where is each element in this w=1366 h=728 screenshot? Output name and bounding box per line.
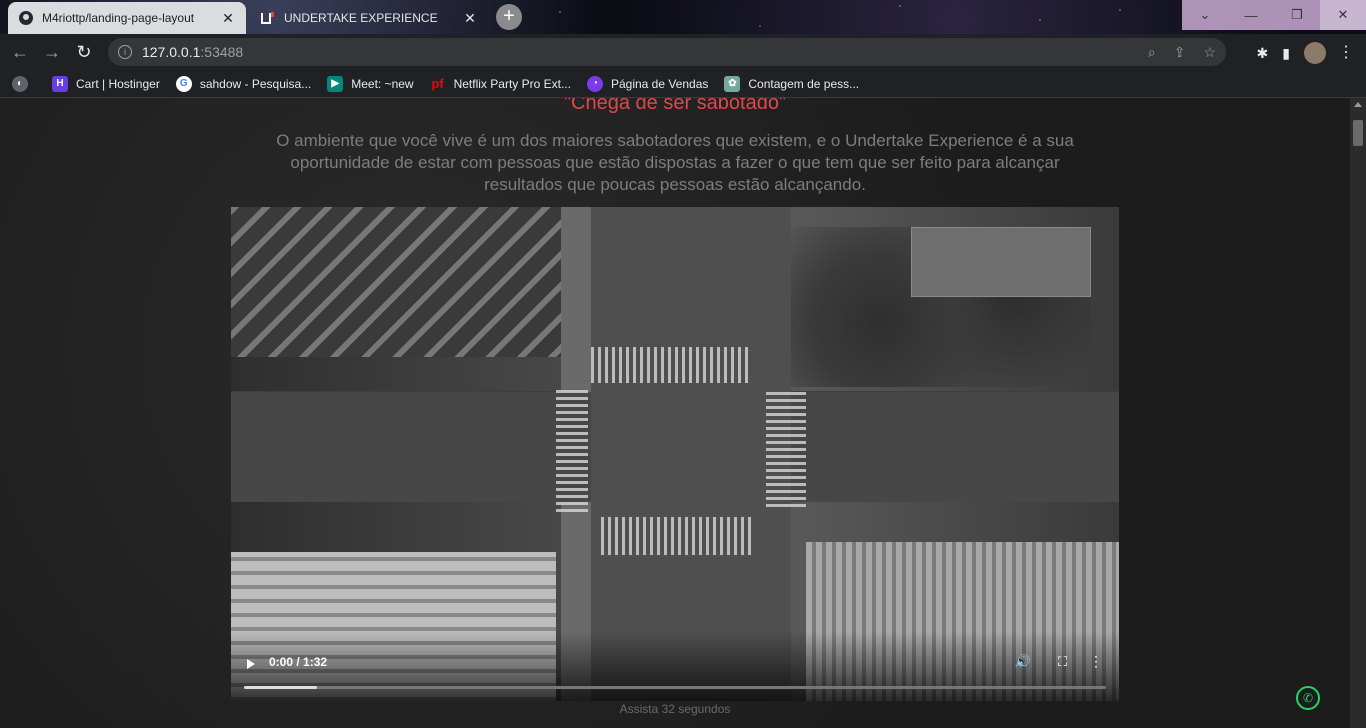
- undertake-logo-icon: [260, 10, 276, 26]
- intro-paragraph: O ambiente que você vive é um dos maiore…: [276, 131, 1074, 194]
- bookmark-label: Cart | Hostinger: [76, 76, 160, 91]
- url-host: 127.0.0.1: [142, 44, 201, 60]
- vendas-icon: ◔: [586, 75, 603, 92]
- more-options-icon[interactable]: ⋮: [1089, 653, 1103, 670]
- video-building-top-left: [231, 207, 561, 357]
- bookmark-item[interactable]: ▶ Meet: ~new: [327, 75, 414, 92]
- apps-icon[interactable]: ◐: [12, 75, 36, 92]
- video-controls: 0:00 / 1:32 🔊 ⛶ ⋮: [231, 651, 1119, 701]
- scroll-up-arrow-icon[interactable]: [1354, 102, 1362, 107]
- share-icon[interactable]: ⇪: [1174, 44, 1186, 61]
- toolbar: ← → ↻ i 127.0.0.1:53488 ⌕ ⇪ ☆ ✱ ▮ ⋮: [0, 34, 1366, 70]
- tab-github[interactable]: M4riottp/landing-page-layout ✕: [8, 2, 246, 34]
- video-parking-lot: [911, 227, 1091, 297]
- bookmark-item[interactable]: ◔ Página de Vendas: [586, 75, 709, 92]
- bookmark-label: Netflix Party Pro Ext...: [453, 76, 571, 91]
- bookmark-item[interactable]: Gsahdow - Pesquisa...: [175, 75, 312, 92]
- video-time: 0:00 / 1:32: [269, 655, 328, 669]
- close-window-icon[interactable]: ✕: [1320, 0, 1366, 30]
- bookmark-label: Contagem de pess...: [748, 76, 860, 91]
- github-icon: [18, 10, 34, 26]
- window-controls: ⌄ — ❐ ✕: [1182, 0, 1366, 30]
- bookmark-label: sahdow - Pesquisa...: [199, 76, 312, 91]
- bookmarks-bar: ◐ H Cart | Hostinger Gsahdow - Pesquisa..…: [0, 70, 1366, 98]
- site-info-icon[interactable]: i: [118, 45, 132, 59]
- fullscreen-icon[interactable]: ⛶: [1058, 654, 1067, 670]
- page-headline: "Chega de ser sabotado": [563, 98, 787, 114]
- reload-icon[interactable]: ↻: [68, 36, 100, 68]
- hostinger-icon: H: [52, 75, 68, 92]
- video-progress-fill: [244, 686, 318, 689]
- new-tab-button[interactable]: +: [496, 4, 522, 30]
- video-caption: Assista 32 segundos: [619, 702, 731, 716]
- restore-icon[interactable]: ❐: [1274, 0, 1320, 30]
- close-tab-icon[interactable]: ✕: [220, 10, 236, 27]
- video-player[interactable]: 0:00 / 1:32 🔊 ⛶ ⋮: [231, 207, 1119, 701]
- browser-menu-icon[interactable]: ⋮: [1338, 42, 1354, 62]
- tab-search-icon[interactable]: ⌄: [1182, 0, 1228, 30]
- extensions-puzzle-icon[interactable]: ✱: [1257, 45, 1269, 62]
- bookmark-star-icon[interactable]: ☆: [1203, 44, 1216, 61]
- video-crosswalk: [556, 387, 588, 512]
- page-viewport: "Chega de ser sabotado" O ambiente que v…: [0, 98, 1350, 728]
- video-crosswalk: [601, 517, 751, 555]
- google-icon: G: [175, 75, 192, 92]
- close-tab-icon[interactable]: ✕: [462, 10, 478, 27]
- minimize-icon[interactable]: —: [1228, 0, 1274, 30]
- bookmark-label: Meet: ~new: [351, 76, 414, 91]
- tab-title: UNDERTAKE EXPERIENCE: [284, 11, 438, 25]
- openai-icon: ✿: [724, 75, 741, 92]
- avatar[interactable]: [1304, 42, 1326, 64]
- tab-undertake[interactable]: UNDERTAKE EXPERIENCE ✕: [250, 2, 488, 34]
- tab-title: M4riottp/landing-page-layout: [42, 11, 195, 25]
- bookmark-item[interactable]: H Cart | Hostinger: [52, 75, 160, 92]
- forward-icon[interactable]: →: [36, 36, 68, 68]
- whatsapp-icon[interactable]: ✆: [1296, 686, 1320, 710]
- video-road-vertical: [591, 207, 791, 701]
- url-port: :53488: [200, 44, 244, 60]
- meet-icon: ▶: [327, 75, 344, 92]
- video-crosswalk: [766, 392, 806, 507]
- address-bar[interactable]: i 127.0.0.1:53488 ⌕ ⇪ ☆: [108, 38, 1226, 66]
- video-progress-bar[interactable]: [244, 686, 1106, 689]
- bookmark-item[interactable]: pf Netflix Party Pro Ext...: [430, 76, 571, 92]
- extension-area: ✱ ▮: [1257, 42, 1326, 64]
- bookmark-item[interactable]: ✿ Contagem de pess...: [724, 75, 860, 92]
- zoom-icon[interactable]: ⌕: [1148, 44, 1156, 61]
- video-crosswalk: [591, 347, 751, 383]
- side-panel-icon[interactable]: ▮: [1282, 45, 1290, 62]
- back-icon[interactable]: ←: [4, 36, 36, 68]
- tab-strip: M4riottp/landing-page-layout ✕ UNDERTAKE…: [0, 0, 1366, 34]
- pf-icon: pf: [431, 76, 444, 91]
- scrollbar[interactable]: [1350, 98, 1366, 728]
- play-icon[interactable]: [247, 659, 255, 669]
- volume-icon[interactable]: 🔊: [1015, 654, 1031, 670]
- scrollbar-thumb[interactable]: [1353, 120, 1363, 146]
- bookmark-label: Página de Vendas: [610, 76, 709, 91]
